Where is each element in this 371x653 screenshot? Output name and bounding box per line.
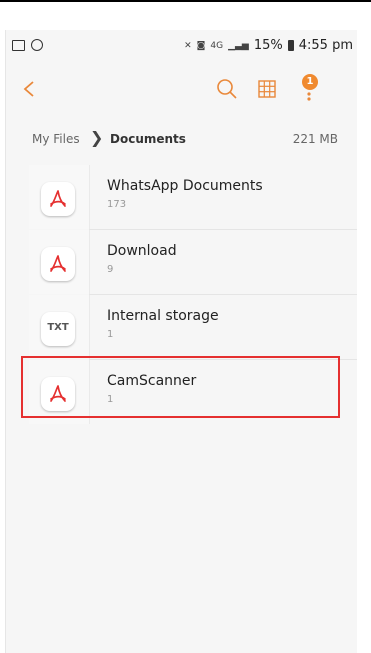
battery-icon [287, 40, 294, 51]
top-rule [0, 0, 371, 2]
gallery-icon [12, 39, 25, 51]
folder-item[interactable]: Download 9 [29, 230, 357, 295]
phone-screen: ✕ ◙ 4G ▁▃▅ 15% 4:55 pm 1 My Files ❯ Docu… [5, 30, 357, 653]
signal-icon: ▁▃▅ [228, 40, 249, 51]
status-right: ✕ ◙ 4G ▁▃▅ 15% 4:55 pm [184, 38, 353, 53]
grid-icon [258, 80, 276, 98]
chevron-left-icon [23, 81, 34, 97]
pdf-icon [41, 247, 75, 281]
notification-badge: 1 [302, 74, 318, 90]
mute-icon: ✕ [184, 40, 192, 51]
folder-count: 9 [107, 264, 114, 275]
selection-highlight [21, 356, 340, 418]
breadcrumb-current: Documents [110, 132, 186, 146]
folder-thumb [29, 165, 90, 229]
clock: 4:55 pm [298, 38, 353, 53]
battery-percent: 15% [253, 38, 283, 53]
folder-thumb [29, 230, 90, 294]
status-bar: ✕ ◙ 4G ▁▃▅ 15% 4:55 pm [6, 30, 357, 62]
app-bar: 1 [6, 68, 357, 110]
pdf-icon [41, 182, 75, 216]
nfc-icon: ◙ [196, 40, 206, 51]
folder-item[interactable]: TXT Internal storage 1 [29, 295, 357, 360]
notification-icon [31, 39, 43, 51]
txt-icon-label: TXT [47, 322, 69, 333]
folder-name: WhatsApp Documents [107, 178, 263, 194]
breadcrumb-root[interactable]: My Files [32, 132, 80, 146]
search-icon [217, 79, 237, 99]
network-type: 4G [210, 40, 224, 51]
folder-item[interactable]: WhatsApp Documents 173 [29, 165, 357, 230]
chevron-right-icon: ❯ [90, 128, 104, 147]
txt-icon: TXT [41, 312, 75, 346]
view-grid-button[interactable] [254, 76, 280, 102]
folder-count: 1 [107, 329, 114, 340]
folder-count: 173 [107, 199, 127, 210]
status-left [12, 39, 43, 51]
folder-name: Download [107, 243, 177, 259]
storage-size: 221 MB [292, 132, 338, 146]
back-button[interactable] [14, 74, 44, 104]
folder-name: Internal storage [107, 308, 219, 324]
folder-thumb: TXT [29, 295, 90, 359]
breadcrumb: My Files ❯ Documents 221 MB [6, 122, 357, 156]
search-button[interactable] [214, 76, 240, 102]
